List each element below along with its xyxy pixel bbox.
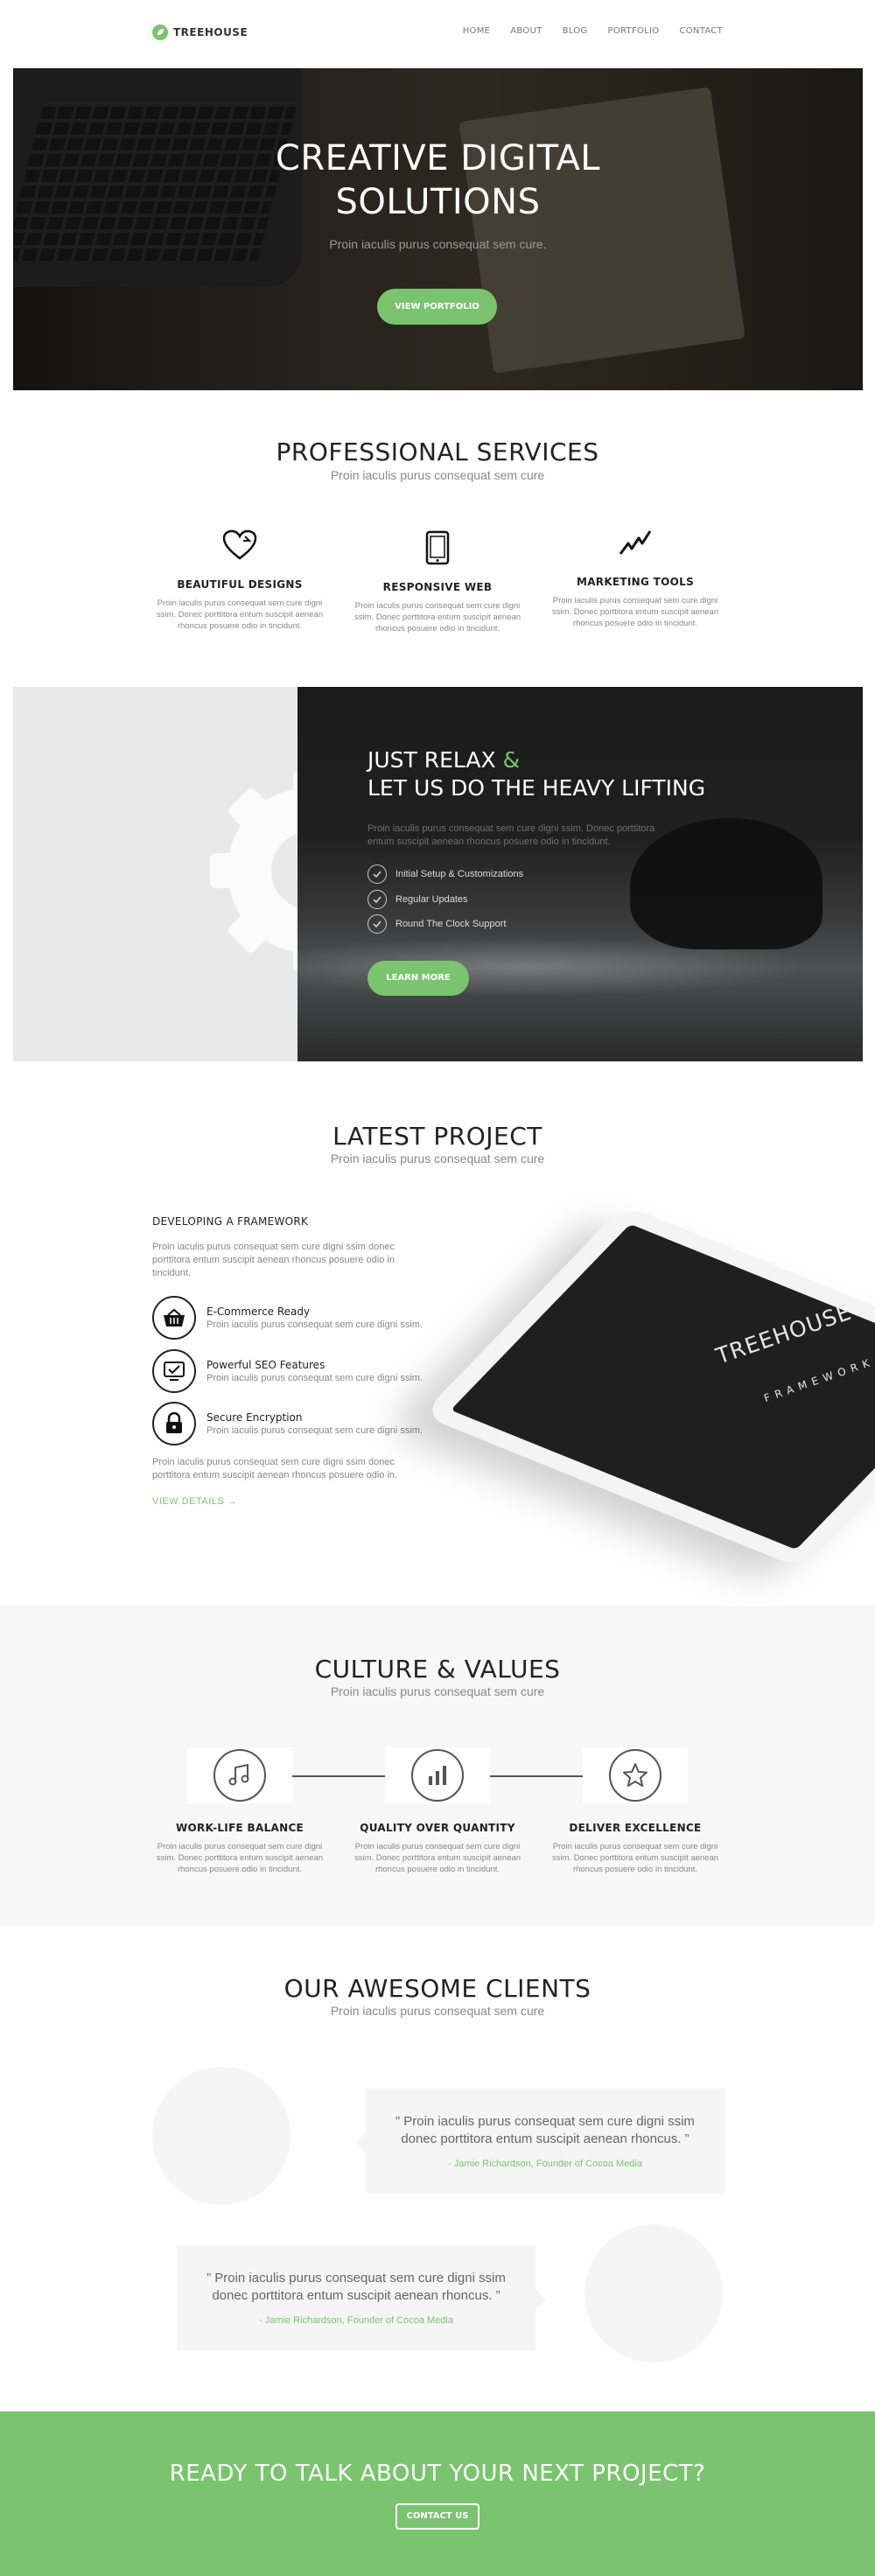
culture-title: CULTURE & VALUES [314, 1655, 561, 1684]
testimonial-author: - Jamie Richardson, Founder of Cocoa Med… [259, 2315, 453, 2326]
hero-subtitle: Proin iaculis purus consequat sem cure. [329, 237, 547, 251]
testimonial-quote: ” Proin iaculis purus consequat sem cure… [206, 2271, 506, 2303]
top-nav: TREEHOUSE HOME ABOUT BLOG PORTFOLIO CONT… [0, 0, 875, 68]
hero-banner: CREATIVE DIGITAL SOLUTIONS Proin iaculis… [13, 68, 863, 390]
project-outro: Proin iaculis purus consequat sem cure d… [152, 1457, 398, 1480]
basket-icon [152, 1296, 196, 1340]
checked-screen-icon [152, 1349, 196, 1393]
value-work-life: WORK-LIFE BALANCE Proin iaculis purus co… [148, 1822, 332, 1875]
nav-item-about[interactable]: ABOUT [510, 26, 542, 36]
check-label: Round The Clock Support [396, 919, 507, 929]
star-icon [609, 1749, 662, 1802]
clients-title: OUR AWESOME CLIENTS [284, 1974, 592, 2003]
service-beautiful-designs: BEAUTIFUL DESIGNS Proin iaculis purus co… [152, 528, 327, 632]
value-title: QUALITY OVER QUANTITY [360, 1822, 515, 1834]
value-title: WORK-LIFE BALANCE [175, 1822, 304, 1834]
trend-icon [548, 525, 723, 560]
view-details-link[interactable]: VIEW DETAILS → [152, 1496, 237, 1507]
avatar [584, 2224, 723, 2362]
gear-icon [210, 770, 298, 971]
culture-icon-box [385, 1747, 490, 1803]
feature-text: Proin iaculis purus consequat sem cure d… [206, 1425, 424, 1436]
leaf-icon [152, 24, 168, 40]
feature-title: E-Commerce Ready [206, 1306, 311, 1318]
nav-item-home[interactable]: HOME [463, 26, 491, 36]
heart-icon [152, 528, 327, 563]
service-text: Proin iaculis purus consequat sem cure d… [156, 598, 324, 631]
nav-item-blog[interactable]: BLOG [563, 26, 588, 36]
contact-us-button[interactable]: CONTACT US [396, 2503, 480, 2530]
relax-section: JUST RELAX & LET US DO THE HEAVY LIFTING… [298, 687, 863, 1061]
value-text: Proin iaculis purus consequat sem cure d… [551, 1842, 719, 1874]
service-text: Proin iaculis purus consequat sem cure d… [354, 601, 522, 634]
services-title: PROFESSIONAL SERVICES [276, 438, 599, 466]
service-responsive-web: RESPONSIVE WEB Proin iaculis purus conse… [350, 530, 525, 634]
nav-item-contact[interactable]: CONTACT [679, 26, 723, 36]
check-item: Round The Clock Support [368, 914, 506, 934]
service-title: MARKETING TOOLS [576, 576, 695, 588]
project-subtitle: Proin iaculis purus consequat sem cure [330, 1152, 545, 1166]
feature-encryption: Secure Encryption Proin iaculis purus con… [152, 1402, 423, 1446]
feature-title: Secure Encryption [206, 1411, 303, 1424]
testimonial-quote: ” Proin iaculis purus consequat sem cure… [396, 2114, 695, 2146]
connector-line [487, 1775, 584, 1777]
value-excellence: DELIVER EXCELLENCE Proin iaculis purus c… [543, 1822, 727, 1875]
learn-more-button[interactable]: LEARN MORE [368, 961, 469, 996]
culture-icon-box [187, 1747, 292, 1803]
main-menu: HOME ABOUT BLOG PORTFOLIO CONTACT [463, 26, 723, 36]
check-icon [368, 864, 387, 884]
relax-text: Proin iaculis purus consequat sem cure d… [368, 823, 655, 847]
clients-subtitle: Proin iaculis purus consequat sem cure [330, 2004, 545, 2018]
nav-item-portfolio[interactable]: PORTFOLIO [608, 26, 660, 36]
service-text: Proin iaculis purus consequat sem cure d… [551, 596, 719, 628]
hero-title: CREATIVE DIGITAL SOLUTIONS [275, 138, 601, 222]
project-heading: DEVELOPING A FRAMEWORK [152, 1215, 309, 1228]
testimonial-card: ” Proin iaculis purus consequat sem cure… [355, 2089, 724, 2194]
relax-gear-panel [13, 687, 298, 1061]
check-label: Regular Updates [396, 894, 468, 905]
value-text: Proin iaculis purus consequat sem cure d… [156, 1842, 324, 1874]
service-title: RESPONSIVE WEB [382, 581, 493, 593]
service-title: BEAUTIFUL DESIGNS [177, 578, 303, 591]
value-text: Proin iaculis purus consequat sem cure d… [354, 1842, 522, 1874]
feature-ecommerce: E-Commerce Ready Proin iaculis purus cons… [152, 1296, 423, 1340]
relax-title: JUST RELAX & LET US DO THE HEAVY LIFTING [368, 747, 706, 801]
cta-title: READY TO TALK ABOUT YOUR NEXT PROJECT? [169, 2460, 706, 2487]
check-icon [368, 914, 387, 934]
check-item: Initial Setup & Customizations [368, 864, 523, 884]
logo-text: TREEHOUSE [173, 26, 248, 38]
check-label: Initial Setup & Customizations [396, 869, 524, 879]
connector-line [291, 1775, 388, 1777]
project-intro: Proin iaculis purus consequat sem cure d… [152, 1242, 396, 1278]
lock-icon [152, 1402, 196, 1446]
music-icon [214, 1749, 266, 1802]
value-quality: QUALITY OVER QUANTITY Proin iaculis puru… [346, 1822, 529, 1875]
testimonial-author: - Jamie Richardson, Founder of Cocoa Med… [448, 2159, 642, 2169]
check-icon [368, 890, 387, 909]
tablet-icon [350, 530, 525, 565]
culture-subtitle: Proin iaculis purus consequat sem cure [330, 1684, 545, 1698]
avatar [152, 2067, 290, 2205]
testimonial-card: ” Proin iaculis purus consequat sem cure… [177, 2245, 546, 2350]
value-title: DELIVER EXCELLENCE [569, 1822, 702, 1834]
cta-section: READY TO TALK ABOUT YOUR NEXT PROJECT? C… [0, 2412, 875, 2576]
feature-title: Powerful SEO Features [206, 1359, 326, 1371]
feature-text: Proin iaculis purus consequat sem cure d… [206, 1373, 424, 1383]
feature-text: Proin iaculis purus consequat sem cure d… [206, 1320, 424, 1330]
services-subtitle: Proin iaculis purus consequat sem cure [330, 468, 545, 482]
check-item: Regular Updates [368, 890, 468, 909]
view-portfolio-button[interactable]: VIEW PORTFOLIO [377, 289, 497, 325]
project-title: LATEST PROJECT [332, 1122, 542, 1151]
service-marketing-tools: MARKETING TOOLS Proin iaculis purus cons… [548, 525, 723, 629]
feature-seo: Powerful SEO Features Proin iaculis purus… [152, 1349, 423, 1393]
logo[interactable]: TREEHOUSE [152, 24, 248, 40]
culture-icon-box [583, 1747, 688, 1803]
bar-chart-icon [411, 1749, 464, 1802]
